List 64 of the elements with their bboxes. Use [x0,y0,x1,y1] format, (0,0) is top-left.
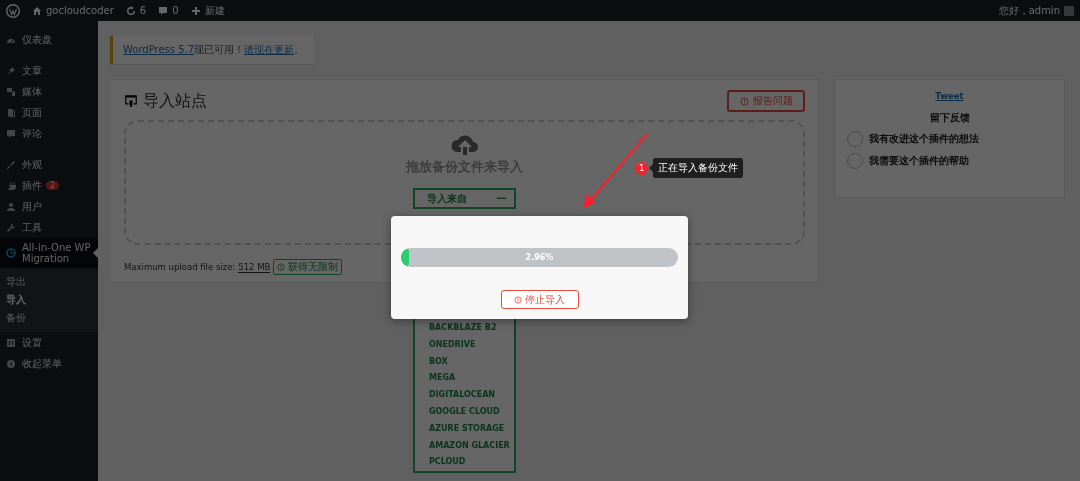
sidebar-item[interactable]: 插件 2 [0,175,98,196]
update-link[interactable]: WordPress 5.7 [123,44,195,55]
sidebar-item[interactable]: 收起菜单 [0,353,98,374]
option-label: 我需要这个插件的帮助 [869,154,969,168]
alert-icon [514,295,522,304]
progress-percentage: 2.96% [525,253,554,262]
home-icon [32,5,42,16]
dropdown-option[interactable]: ONEDRIVE [429,336,514,354]
dropdown-option[interactable]: GOOGLE CLOUD [429,404,514,421]
submenu-item[interactable]: 导入 [0,291,98,309]
sidebar-item[interactable]: 仪表盘 [0,29,98,50]
comments-count[interactable]: 0 [172,5,179,16]
dropdown-option[interactable]: BOX [429,353,514,371]
alert-icon [739,96,749,106]
collapse-icon [6,358,16,369]
brush-icon [6,159,16,170]
dropdown-option[interactable]: MEGA [429,370,514,388]
dropdown-option[interactable]: AMAZON GLACIER [429,437,514,455]
settings-icon [6,337,16,348]
sidebar-item[interactable]: All-in-One WP Migration [0,238,98,268]
tweet-link[interactable]: Tweet [935,91,964,101]
sidebar-item[interactable]: 媒体 [0,81,98,102]
dropdown-option[interactable]: BACKBLAZE B2 [429,320,514,337]
plus-icon [190,5,201,16]
media-icon [6,86,16,97]
wordpress-logo-icon [6,3,20,18]
greeting-link[interactable]: 您好，admin [998,3,1060,18]
sidebar-item[interactable]: 外观 [0,154,98,175]
sidebar-item[interactable]: 文章 [0,60,98,81]
option-label: 我有改进这个插件的想法 [869,132,979,146]
update-notice-text: WordPress 5.7现已可用！请现在更新。 [123,44,305,55]
alert-icon [277,263,286,271]
circular-logo-icon [6,248,16,258]
page-title: 导入站点 [143,90,207,112]
comment-icon [6,128,16,139]
new-link[interactable]: 新建 [204,3,225,18]
updates-count[interactable]: 6 [139,5,147,16]
sidebar-item[interactable]: 设置 [0,332,98,353]
update-link[interactable]: 请现在更新 [244,44,295,55]
user-icon [6,201,16,212]
avatar-icon [1064,5,1074,16]
stop-import-button[interactable]: 停止导入 [500,290,579,309]
report-issue-button[interactable]: 报告问题 [727,90,805,112]
comment-icon [158,5,169,16]
pin-icon [6,65,16,76]
upload-size-value: 512 MB [238,261,271,273]
unlimited-button[interactable]: 获得无限制 [273,259,343,275]
dropdown-option[interactable]: AZURE STORAGE [429,420,514,438]
site-name-link[interactable]: gocloudcoder [46,5,114,16]
import-from-dropdown[interactable]: 导入来自 [413,188,516,209]
sidebar-item[interactable]: 页面 [0,102,98,123]
dropdown-option[interactable]: DIGITALOCEAN [429,387,514,404]
page-icon [6,107,16,118]
sidebar-item[interactable]: 评论 [0,123,98,144]
plug-icon [6,180,16,191]
count-badge: 2 [46,181,60,190]
wrench-icon [6,222,16,233]
refresh-icon [125,5,136,16]
dropdown-option[interactable]: PCLOUD [429,454,514,472]
upload-window-icon [124,94,138,108]
feedback-title: 留下反馈 [929,111,970,125]
upload-size-label: Maximum upload file size: [124,262,236,272]
sidebar-item[interactable]: 用户 [0,196,98,217]
cloud-upload-icon [449,134,480,156]
